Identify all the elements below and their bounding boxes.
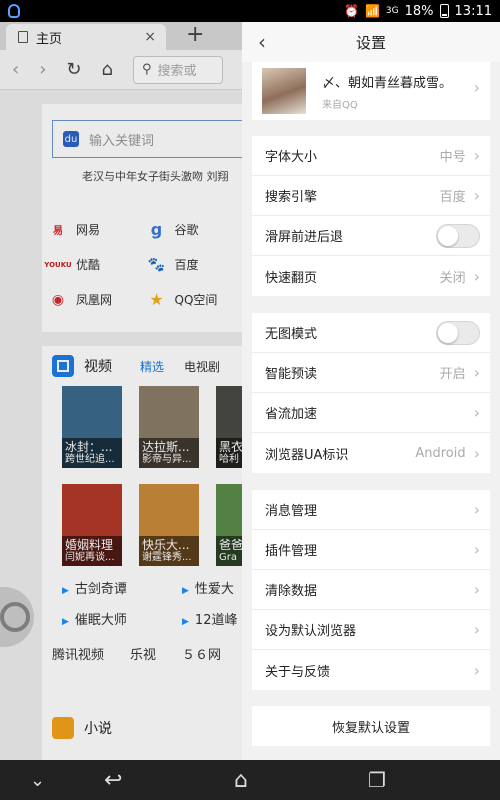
settings-header: ‹ 设置 [242,22,500,62]
setting-no-image: 无图模式 [252,313,490,353]
setting-search-engine[interactable]: 搜索引擎 百度 › [252,176,490,216]
reset-defaults-button[interactable]: 恢复默认设置 [252,706,490,746]
chevron-right-icon: › [473,146,480,165]
setting-value: 百度 [439,190,466,205]
back-arrow-icon[interactable]: ‹ [258,30,266,54]
chevron-right-icon: › [473,78,480,97]
setting-value: 开启 [439,367,466,382]
chevron-right-icon: › [473,363,480,382]
setting-messages[interactable]: 消息管理 › [252,490,490,530]
setting-label: 浏览器UA标识 [265,447,349,463]
setting-font-size[interactable]: 字体大小 中号 › [252,136,490,176]
setting-swipe-nav: 滑屏前进后退 [252,216,490,256]
wifi-icon: 📶 [364,4,380,18]
setting-value: Android [415,445,466,461]
chevron-right-icon: › [473,443,480,463]
setting-clear-data[interactable]: 清除数据 › [252,570,490,610]
settings-panel: ‹ 设置 〆、朝如青丝暮成雪。 来自QQ › 字体大小 中号 › 搜索引擎 百度… [242,22,500,760]
setting-label: 字体大小 [265,150,318,165]
settings-group-network: 无图模式 智能预读 开启 › 省流加速 › 浏览器UA标识 Android › [252,313,490,473]
profile-row[interactable]: 〆、朝如青丝暮成雪。 来自QQ › [252,62,490,120]
setting-user-agent[interactable]: 浏览器UA标识 Android › [252,433,490,473]
avatar [262,68,306,114]
profile-source: 来自QQ [322,99,358,111]
battery-percent: 18% [404,3,434,19]
swipe-nav-toggle[interactable] [436,223,480,248]
setting-value: 关闭 [439,270,466,286]
settings-title: 设置 [355,33,386,52]
setting-plugins[interactable]: 插件管理 › [252,530,490,570]
setting-quick-page[interactable]: 快速翻页 关闭 › [252,256,490,296]
setting-default-browser[interactable]: 设为默认浏览器 › [252,610,490,650]
overlay-dim[interactable] [0,22,242,760]
setting-prefetch[interactable]: 智能预读 开启 › [252,353,490,393]
chevron-right-icon: › [473,186,480,205]
setting-label: 插件管理 [265,544,318,559]
no-image-toggle[interactable] [436,320,480,345]
setting-label: 搜索引擎 [265,190,318,205]
setting-label: 滑屏前进后退 [265,230,344,245]
home-icon[interactable]: ⌂ [234,768,248,793]
recent-apps-icon[interactable]: ❐ [368,768,386,792]
clock: 13:11 [454,3,492,19]
alarm-icon: ⏰ [344,4,359,18]
setting-data-saver[interactable]: 省流加速 › [252,393,490,433]
chevron-right-icon: › [473,540,480,559]
chevron-right-icon: › [473,266,480,286]
chevron-right-icon: › [473,620,480,639]
settings-group-manage: 消息管理 › 插件管理 › 清除数据 › 设为默认浏览器 › 关于与反馈 › [252,490,490,690]
system-nav-bar: ⌄ ↩ ⌂ ❐ [0,760,500,800]
status-bar: ⏰ 📶 3G 18% 13:11 [0,0,500,22]
chevron-right-icon: › [473,500,480,519]
network-type: 3G [385,6,399,16]
battery-icon [439,4,449,18]
chevron-right-icon: › [473,403,480,422]
setting-label: 快速翻页 [265,270,318,286]
setting-label: 消息管理 [265,504,318,519]
hide-keyboard-icon[interactable]: ⌄ [30,770,45,791]
setting-label: 清除数据 [265,584,318,599]
chevron-right-icon: › [473,580,480,599]
setting-label: 设为默认浏览器 [265,624,357,639]
settings-group-display: 字体大小 中号 › 搜索引擎 百度 › 滑屏前进后退 快速翻页 关闭 › [252,136,490,296]
setting-label: 无图模式 [265,327,318,342]
setting-value: 中号 [439,150,466,165]
setting-label: 省流加速 [265,407,318,422]
qq-notification-icon [8,4,20,18]
setting-label: 关于与反馈 [265,664,331,680]
profile-name: 〆、朝如青丝暮成雪。 [322,75,453,91]
chevron-right-icon: › [473,660,480,680]
back-icon[interactable]: ↩ [104,768,122,793]
setting-label: 智能预读 [265,367,318,382]
setting-about-feedback[interactable]: 关于与反馈 › [252,650,490,690]
